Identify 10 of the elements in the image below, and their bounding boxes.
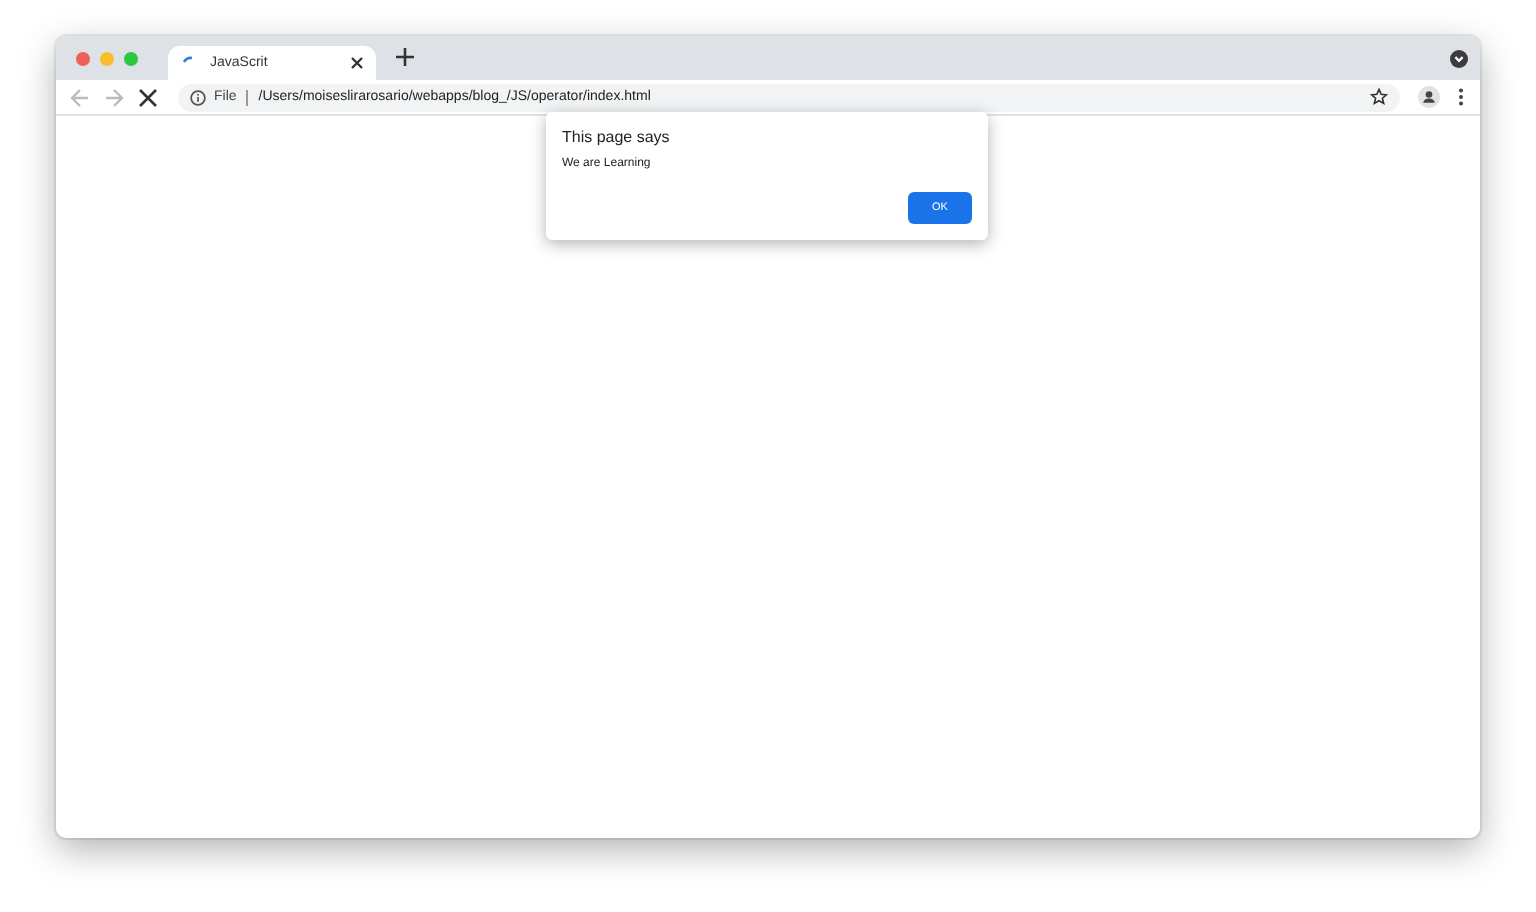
new-tab-button[interactable] [390, 42, 418, 70]
info-icon[interactable] [190, 89, 206, 105]
profile-icon[interactable] [1418, 86, 1440, 108]
close-tab-icon[interactable] [350, 56, 364, 70]
bookmark-star-icon[interactable] [1370, 88, 1388, 106]
window-close-button[interactable] [76, 51, 90, 65]
tab-search-icon[interactable] [1450, 49, 1468, 67]
stop-button[interactable] [136, 86, 158, 108]
menu-icon[interactable] [1458, 88, 1464, 106]
dialog-title: This page says [562, 128, 672, 146]
